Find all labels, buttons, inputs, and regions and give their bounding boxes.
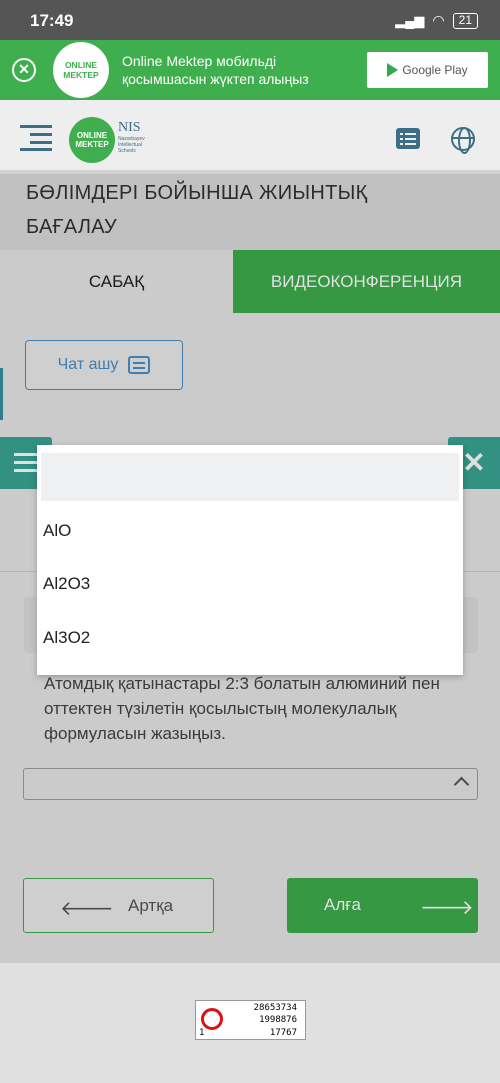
google-play-button[interactable]: Google Play xyxy=(367,52,488,88)
logo-line-1: ONLINE xyxy=(64,60,98,70)
list-icon[interactable] xyxy=(396,128,420,149)
close-icon[interactable]: ✕ xyxy=(12,58,36,82)
dropdown-option[interactable]: Al2O3 xyxy=(43,574,90,594)
dropdown-search xyxy=(37,445,463,503)
answer-dropdown: AlO Al2O3 Al3O2 xyxy=(37,445,463,675)
footer: 28653734 1998876 17767 1 xyxy=(0,963,500,1083)
dropdown-option[interactable]: Al3O2 xyxy=(43,628,90,648)
counter-row-3-left: 1 xyxy=(199,1028,205,1038)
counter-row-2: 1998876 xyxy=(259,1015,297,1025)
online-mektep-logo: ONLINE MEKTEP xyxy=(53,42,109,98)
wifi-icon: ◠ xyxy=(432,12,445,28)
google-play-icon xyxy=(387,63,399,77)
google-play-label: Google Play xyxy=(402,63,468,77)
online-mektep-logo[interactable]: ONLINE MEKTEP xyxy=(69,117,115,163)
counter-ring-icon xyxy=(201,1008,223,1030)
nis-sub-3: Schools xyxy=(118,148,136,154)
status-time: 17:49 xyxy=(30,11,74,30)
counter-row-3: 17767 xyxy=(269,1028,297,1038)
signal-icon: ▂▄▆ xyxy=(395,12,425,28)
menu-toggle-icon[interactable] xyxy=(20,125,52,151)
status-icons: ▂▄▆ ◠ 21 xyxy=(395,12,478,29)
app-banner: ✕ ONLINE MEKTEP Online Mektep мобильді қ… xyxy=(0,40,500,100)
dropdown-search-input[interactable] xyxy=(41,453,459,501)
battery-icon: 21 xyxy=(452,12,478,29)
banner-text: Online Mektep мобильді қосымшасын жүктеп… xyxy=(122,52,309,88)
logo-line-2: MEKTEP xyxy=(75,140,109,149)
globe-icon[interactable] xyxy=(451,127,475,154)
nis-name: NIS xyxy=(118,120,141,135)
counter-row-1: 28653734 xyxy=(253,1003,297,1013)
nis-logo: NIS Nazarbayev Intellectual Schools xyxy=(118,120,160,164)
logo-line-2: MEKTEP xyxy=(63,70,99,80)
logo-line-1: ONLINE xyxy=(76,131,108,140)
dropdown-option[interactable]: AlO xyxy=(43,521,71,541)
status-bar: 17:49 ▂▄▆ ◠ 21 xyxy=(0,0,500,40)
banner-text-line-2: қосымшасын жүктеп алыңыз xyxy=(122,71,309,87)
app-header: ONLINE MEKTEP NIS Nazarbayev Intellectua… xyxy=(0,100,500,174)
visit-counter: 28653734 1998876 17767 1 xyxy=(195,1000,306,1040)
banner-text-line-1: Online Mektep мобильді xyxy=(122,53,277,69)
